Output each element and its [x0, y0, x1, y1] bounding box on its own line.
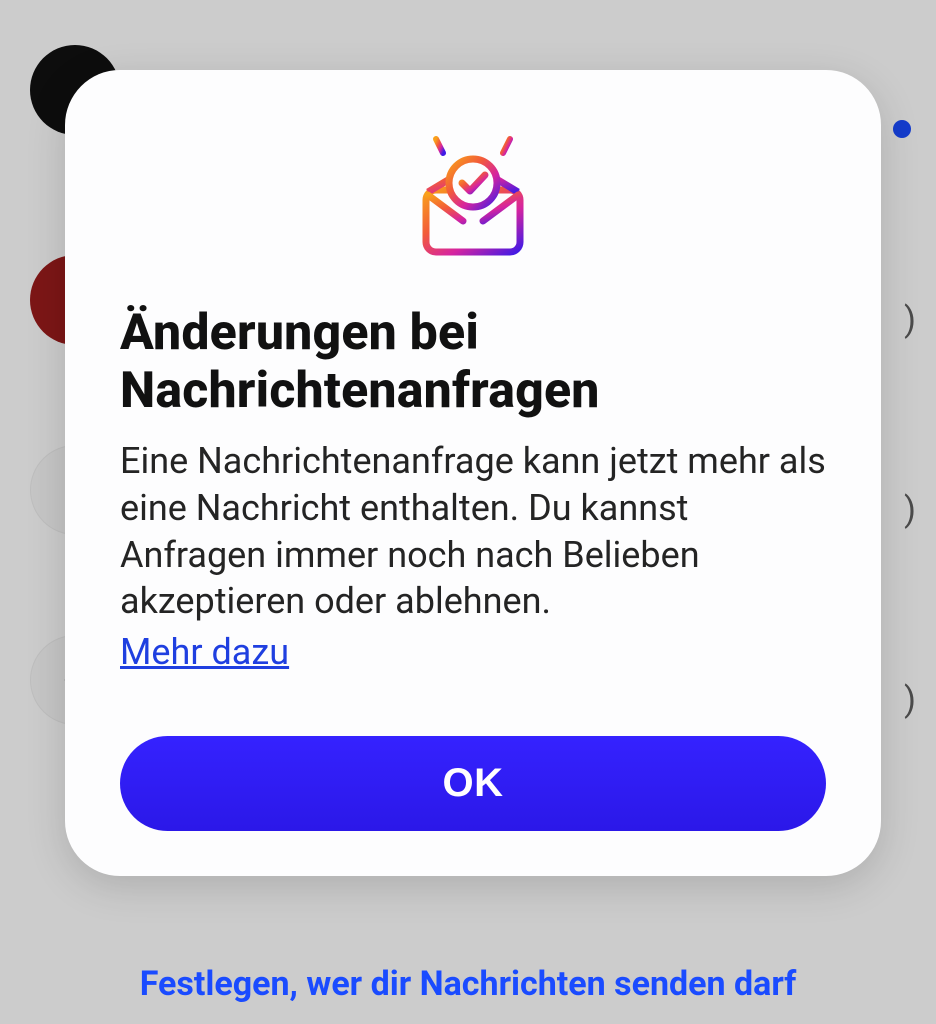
screen-root: ) ) ) Festlegen, wer dir Nachrichten sen… — [0, 0, 936, 1024]
envelope-check-icon — [408, 125, 538, 265]
learn-more-link[interactable]: Mehr dazu — [120, 629, 289, 676]
ok-button[interactable]: OK — [120, 736, 826, 831]
modal-title: Änderungen bei Nachrichtenanfragen — [120, 305, 826, 420]
modal-body: Eine Nachrichtenanfrage kann jetzt mehr … — [120, 438, 826, 676]
settings-link[interactable]: Festlegen, wer dir Nachrichten senden da… — [0, 964, 936, 1004]
info-modal: Änderungen bei Nachrichtenanfragen Eine … — [65, 70, 881, 876]
modal-body-text: Eine Nachrichtenanfrage kann jetzt mehr … — [120, 440, 826, 622]
